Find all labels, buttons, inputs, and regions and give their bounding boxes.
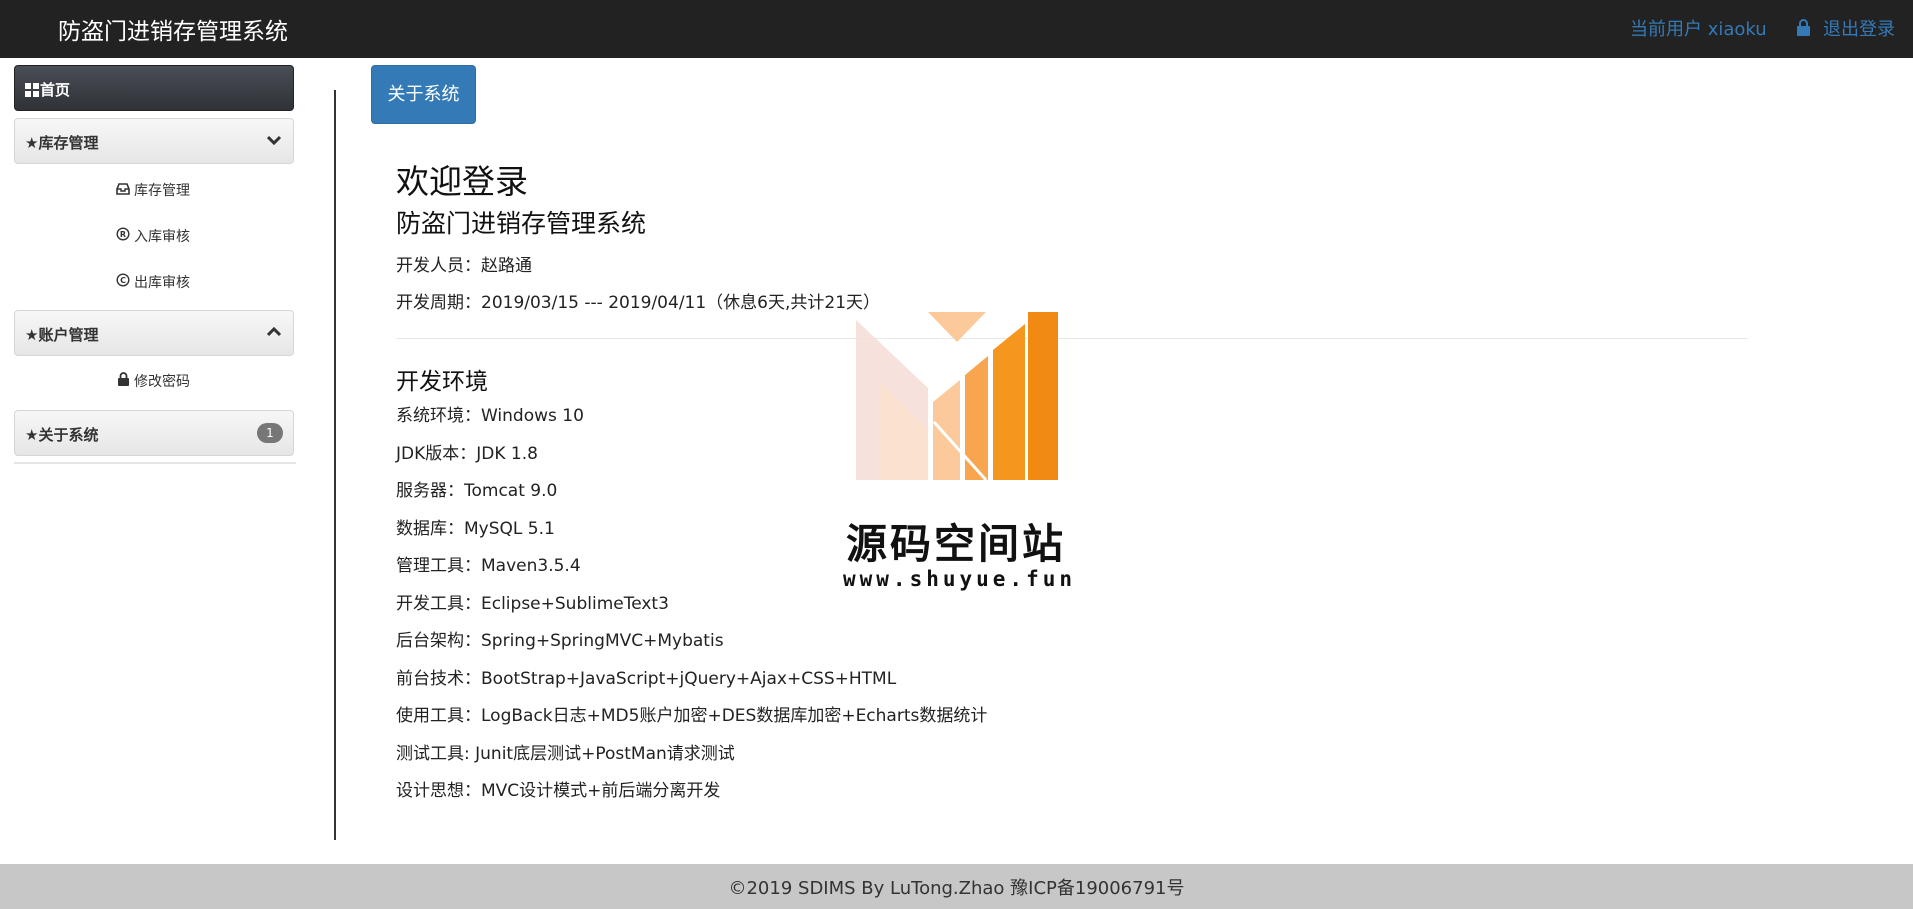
app-title[interactable]: 防盗门进销存管理系统 [58, 12, 288, 46]
sidebar-inbound-label: 入库审核 [134, 229, 190, 245]
env-line: 前台技术：BootStrap+JavaScript+jQuery+Ajax+CS… [396, 669, 897, 689]
sidebar-item-account[interactable]: ★账户管理 [14, 310, 294, 356]
env-line: 开发工具：Eclipse+SublimeText3 [396, 594, 669, 614]
lock-icon [1796, 19, 1811, 41]
env-line: 使用工具：LogBack日志+MD5账户加密+DES数据库加密+Echarts数… [396, 706, 988, 726]
sidebar-password-label: 修改密码 [134, 374, 190, 390]
sidebar-about-label: ★关于系统 [25, 426, 99, 444]
watermark-url: www.shuyue.fun [843, 567, 1077, 591]
sidebar-item-stock[interactable]: 库存管理 [116, 180, 190, 200]
lock-icon [116, 372, 130, 390]
vertical-divider [334, 90, 336, 840]
sidebar-item-about[interactable]: ★关于系统 1 [14, 410, 294, 456]
env-line: 设计思想：MVC设计模式+前后端分离开发 [396, 781, 721, 801]
developer-text: 开发人员：赵路通 [396, 256, 532, 276]
sidebar-stock-label: 库存管理 [134, 183, 190, 199]
watermark-title: 源码空间站 [846, 520, 1066, 568]
current-user-link[interactable]: 当前用户 xiaoku [1630, 15, 1767, 41]
sidebar-item-inventory[interactable]: ★库存管理 [14, 118, 294, 164]
grid-icon [25, 83, 39, 101]
footer-text: ©2019 SDIMS By LuTong.Zhao 豫ICP备19006791… [728, 878, 1185, 899]
sidebar-outbound-label: 出库审核 [134, 275, 190, 291]
env-line: 后台架构：Spring+SpringMVC+Mybatis [396, 631, 724, 651]
env-heading: 开发环境 [396, 369, 488, 395]
sidebar-item-inbound-audit[interactable]: R 入库审核 [116, 226, 190, 246]
logout-button[interactable]: 退出登录 [1796, 15, 1895, 41]
chevron-up-icon [266, 325, 282, 341]
period-text: 开发周期：2019/03/15 --- 2019/04/11（休息6天,共计21… [396, 293, 881, 313]
svg-text:C: C [120, 276, 126, 285]
env-line: 测试工具: Junit底层测试+PostMan请求测试 [396, 744, 735, 764]
inbox-icon [116, 183, 130, 199]
sidebar-item-outbound-audit[interactable]: C 出库审核 [116, 272, 190, 292]
sidebar-divider [14, 462, 296, 464]
about-system-button[interactable]: 关于系统 [371, 65, 476, 124]
footer: ©2019 SDIMS By LuTong.Zhao 豫ICP备19006791… [0, 864, 1913, 909]
welcome-heading: 欢迎登录 [396, 162, 528, 201]
sidebar-account-label: ★账户管理 [25, 326, 99, 344]
env-line: 数据库：MySQL 5.1 [396, 519, 555, 539]
chevron-down-icon [266, 133, 282, 149]
sidebar-home-label: 首页 [40, 81, 71, 99]
notification-badge: 1 [257, 423, 283, 443]
sidebar-item-home[interactable]: 首页 [14, 65, 294, 111]
svg-text:R: R [120, 230, 126, 239]
env-line: 服务器：Tomcat 9.0 [396, 481, 558, 501]
sidebar-inventory-label: ★库存管理 [25, 134, 99, 152]
logout-label: 退出登录 [1823, 19, 1895, 40]
system-name-heading: 防盗门进销存管理系统 [396, 209, 647, 238]
env-line: 系统环境：Windows 10 [396, 406, 584, 426]
registered-icon: R [116, 227, 130, 245]
sidebar-item-change-password[interactable]: 修改密码 [116, 371, 190, 391]
env-line: JDK版本：JDK 1.8 [396, 444, 538, 464]
env-line: 管理工具：Maven3.5.4 [396, 556, 581, 576]
top-navbar: 防盗门进销存管理系统 当前用户 xiaoku 退出登录 [0, 0, 1913, 58]
copyright-icon: C [116, 273, 130, 291]
